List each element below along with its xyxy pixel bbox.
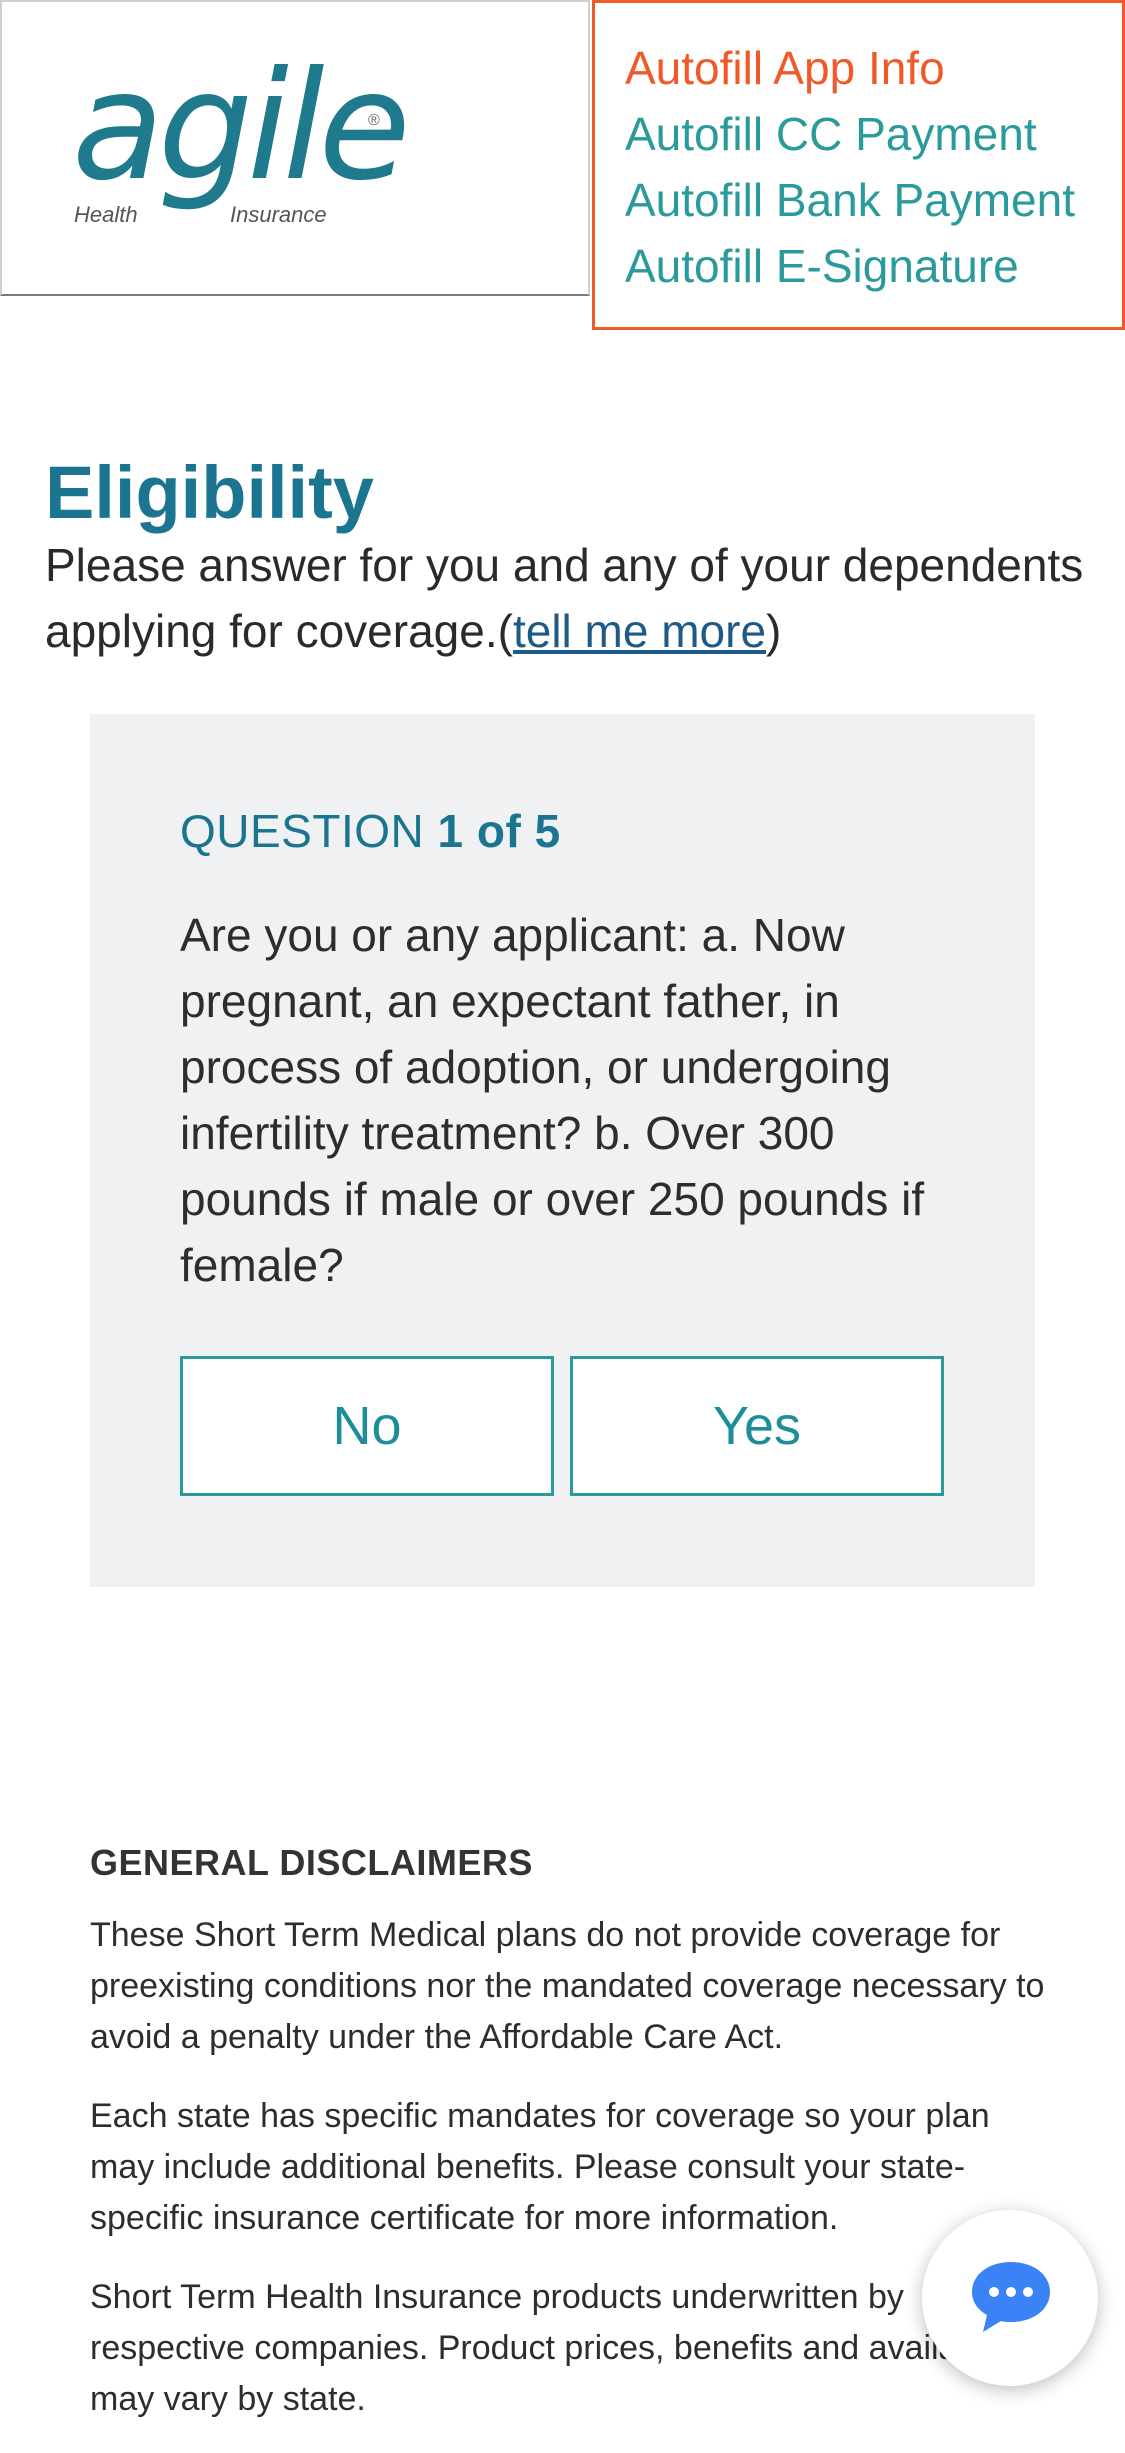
chat-button[interactable] — [922, 2210, 1098, 2386]
disclaimer-paragraph: These Short Term Medical plans do not pr… — [90, 1916, 1045, 2056]
tell-me-more-link[interactable]: tell me more — [513, 605, 766, 657]
page-title: Eligibility — [45, 451, 374, 534]
general-disclaimers: GENERAL DISCLAIMERS These Short Term Med… — [90, 1842, 1050, 2453]
question-text: Are you or any applicant: a. Now pregnan… — [180, 909, 925, 1291]
disclaimer-paragraph: Each state has specific mandates for cov… — [90, 2097, 990, 2237]
disclaimer-paragraph: Short Term Health Insurance products und… — [90, 2278, 1026, 2418]
question-card: QUESTION 1 of 5 Are you or any applicant… — [90, 714, 1035, 1587]
autofill-bank-payment-link[interactable]: Autofill Bank Payment — [625, 167, 1122, 233]
logo-wordmark: agile — [72, 40, 411, 214]
close-paren: ) — [766, 605, 782, 657]
autofill-cc-payment-link[interactable]: Autofill CC Payment — [625, 101, 1122, 167]
disclaimers-heading: GENERAL DISCLAIMERS — [90, 1842, 533, 1883]
no-button[interactable]: No — [180, 1356, 554, 1496]
autofill-app-info-link[interactable]: Autofill App Info — [625, 35, 1122, 101]
open-paren: ( — [497, 605, 513, 657]
question-counter: QUESTION 1 of 5 — [180, 804, 561, 858]
chat-bubble-icon — [972, 2262, 1050, 2332]
question-progress: 1 of 5 — [437, 805, 561, 857]
logo[interactable]: agile ® Health Insurance — [0, 0, 590, 296]
logo-subtitle-health: Health — [74, 202, 138, 227]
question-label: QUESTION — [180, 805, 425, 857]
header: agile ® Health Insurance Autofill App In… — [0, 0, 1125, 330]
eligibility-description: Please answer for you and any of your de… — [45, 532, 1105, 664]
logo-registered-mark: ® — [368, 112, 380, 129]
yes-button[interactable]: Yes — [570, 1356, 944, 1496]
autofill-menu: Autofill App Info Autofill CC Payment Au… — [592, 0, 1125, 330]
autofill-e-signature-link[interactable]: Autofill E-Signature — [625, 233, 1122, 299]
logo-subtitle-insurance: Insurance — [230, 202, 327, 227]
